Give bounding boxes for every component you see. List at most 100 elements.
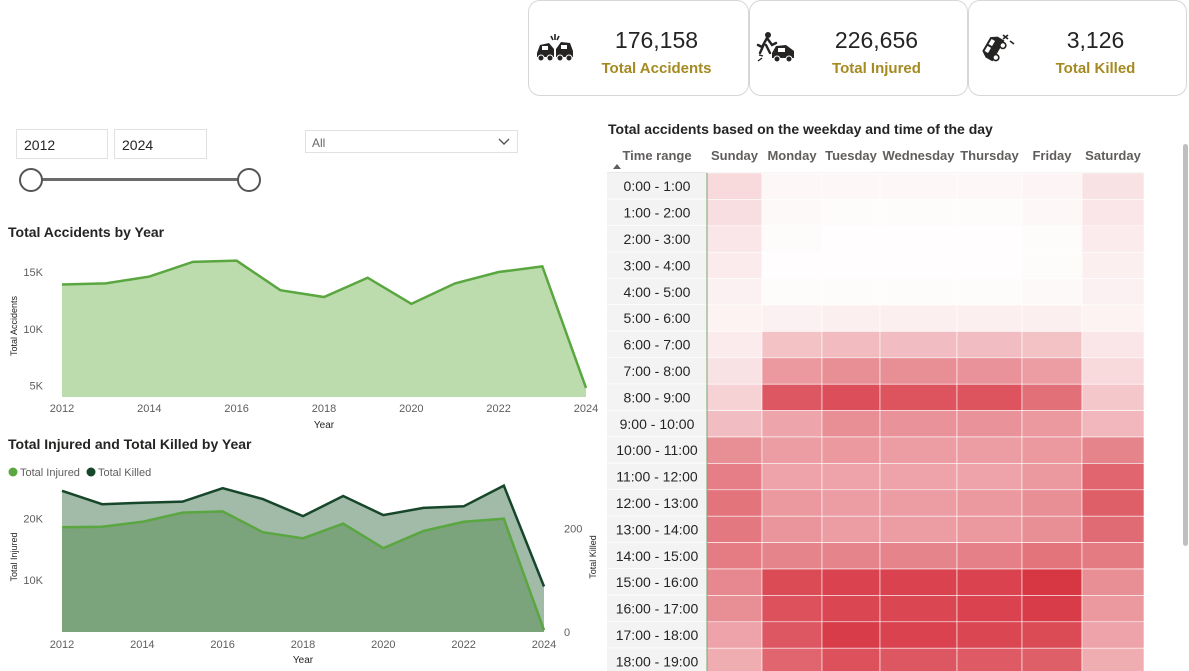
heatmap-cell [956, 463, 1023, 491]
column-header-time-range: Time range [622, 148, 691, 163]
row-header: 12:00 - 13:00 [616, 495, 699, 511]
row-header: 6:00 - 7:00 [624, 337, 691, 353]
injured-killed-by-year-chart: Total Injured Total Killed 20K 10K 200 0 2012 2… [8, 467, 598, 666]
filter-dropdown[interactable]: All [305, 130, 518, 153]
heatmap-cell [706, 595, 763, 623]
heatmap-cell [761, 357, 823, 385]
heatmap-cell [1081, 251, 1145, 279]
heatmap-cell [879, 436, 958, 464]
heatmap-cell [821, 463, 881, 491]
x-tick-label: 2016 [210, 639, 234, 651]
heatmap-cell [879, 515, 958, 543]
heatmap-cell [706, 410, 763, 438]
heatmap-cell [956, 515, 1023, 543]
heatmap-cell [821, 199, 881, 227]
heatmap-cell [821, 251, 881, 279]
accidents-area [62, 260, 586, 397]
heatmap-cell [761, 489, 823, 517]
heatmap-cell [879, 357, 958, 385]
y-tick-label: 10K [23, 575, 43, 587]
x-tick-label: 2024 [574, 403, 598, 415]
heatmap-cell [879, 225, 958, 253]
heatmap-cell [706, 199, 763, 227]
heatmap-cell [821, 621, 881, 649]
heatmap-scrollbar[interactable] [1183, 144, 1188, 546]
kpi-label: Total Killed [1055, 60, 1136, 77]
heatmap-cell [761, 225, 823, 253]
kpi-value: 226,656 [834, 27, 919, 53]
heatmap-cell [956, 278, 1023, 306]
row-header: 4:00 - 5:00 [624, 284, 691, 300]
x-tick-label: 2020 [371, 639, 395, 651]
heatmap-cell [1021, 542, 1083, 570]
row-header: 18:00 - 19:00 [616, 653, 699, 669]
heatmap-cell [761, 172, 823, 200]
heatmap-cell [1021, 172, 1083, 200]
heatmap-cell [821, 410, 881, 438]
heatmap-cell [761, 515, 823, 543]
accidents-chart-title: Total Accidents by Year [8, 224, 165, 240]
heatmap-matrix: Time range Sunday Monday Tuesday Wednesday Th… [607, 140, 1147, 671]
heatmap-svg: Time range Sunday Monday Tuesday Wednesday Th… [607, 148, 1145, 671]
heatmap-cell [821, 595, 881, 623]
heatmap-cell [821, 304, 881, 332]
chevron-down-icon [498, 138, 510, 145]
kpi-label: Total Accidents [601, 60, 712, 77]
heatmap-cell [1081, 199, 1145, 227]
heatmap-cell [821, 225, 881, 253]
heatmap-cell [706, 436, 763, 464]
heatmap-cell [956, 568, 1023, 596]
heatmap-cell [821, 568, 881, 596]
heatmap-cell [879, 595, 958, 623]
heatmap-cell [706, 515, 763, 543]
column-header: Sunday [711, 148, 759, 163]
heatmap-cell [1021, 251, 1083, 279]
heatmap-cell [1081, 278, 1145, 306]
heatmap-cell [821, 383, 881, 411]
heatmap-cell [706, 304, 763, 332]
row-header: 16:00 - 17:00 [616, 601, 699, 617]
kpi-value: 176,158 [614, 27, 699, 53]
x-tick-label: 2022 [486, 403, 510, 415]
row-header: 10:00 - 11:00 [616, 442, 698, 458]
x-tick-label: 2014 [137, 403, 161, 415]
heatmap-cell [956, 436, 1023, 464]
year-start-input[interactable]: 2012 [16, 129, 108, 159]
heatmap-cell [821, 278, 881, 306]
heatmap-cell [761, 463, 823, 491]
kpi-value: 3,126 [1066, 27, 1125, 53]
heatmap-cell [956, 199, 1023, 227]
legend-label-killed: Total Killed [98, 467, 151, 479]
x-tick-label: 2024 [532, 639, 556, 651]
heatmap-cell [761, 383, 823, 411]
heatmap-cell [956, 410, 1023, 438]
year-slider-end-handle[interactable] [237, 168, 261, 192]
heatmap-cell [761, 304, 823, 332]
heatmap-cell [1081, 383, 1145, 411]
heatmap-cell [821, 542, 881, 570]
year-slider-start-handle[interactable] [19, 168, 43, 192]
column-header: Thursday [960, 148, 1019, 163]
accidents-by-year-chart: 15K 10K 5K 2012 2014 2016 2018 2020 2022 2024 Year… [9, 259, 598, 431]
heatmap-cell [1021, 331, 1083, 359]
heatmap-cell [1081, 542, 1145, 570]
heatmap-cell [1081, 568, 1145, 596]
heatmap-cell [761, 199, 823, 227]
legend-label-injured: Total Injured [20, 467, 80, 479]
x-tick-label: 2012 [50, 403, 74, 415]
x-tick-label: 2016 [224, 403, 248, 415]
heatmap-cell [1081, 489, 1145, 517]
column-header: Monday [767, 148, 817, 163]
heatmap-cell [879, 621, 958, 649]
sort-ascending-icon [613, 164, 621, 169]
heatmap-cell [761, 278, 823, 306]
column-header: Friday [1032, 148, 1072, 163]
year-end-input[interactable]: 2024 [114, 129, 207, 159]
row-header: 1:00 - 2:00 [624, 205, 691, 221]
year-slider-track[interactable] [30, 178, 248, 181]
row-header: 0:00 - 1:00 [624, 178, 691, 194]
row-header: 7:00 - 8:00 [624, 363, 691, 379]
heatmap-cell [1021, 278, 1083, 306]
heatmap-cell [1021, 410, 1083, 438]
x-tick-label: 2018 [312, 403, 336, 415]
